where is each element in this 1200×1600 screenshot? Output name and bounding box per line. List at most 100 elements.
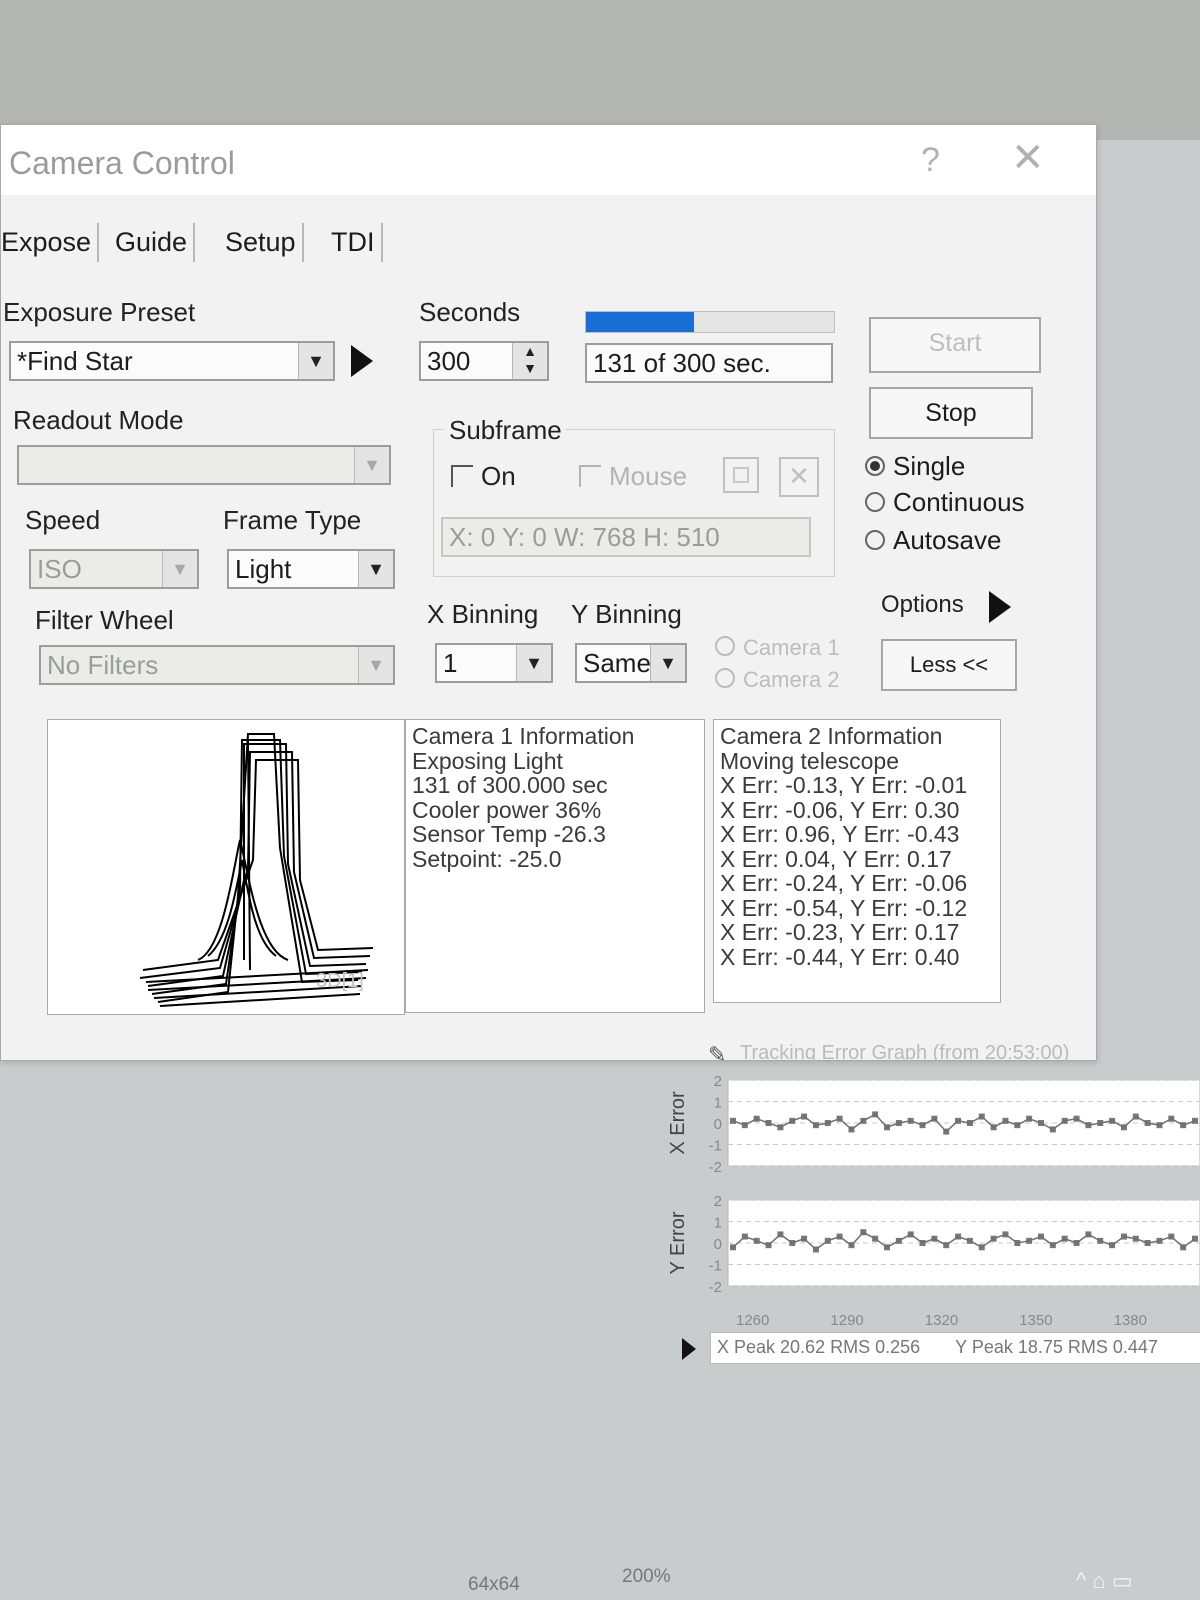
radio-autosave[interactable]: Autosave (865, 525, 1001, 556)
subframe-on-checkbox[interactable]: On (451, 461, 516, 492)
camera-1-info-line: Setpoint: -25.0 (412, 845, 562, 872)
y-tick-label: 2 (714, 1193, 722, 1210)
x-stats: X Peak 20.62 RMS 0.256 (717, 1337, 921, 1357)
y-stats: Y Peak 18.75 RMS 0.447 (955, 1337, 1158, 1357)
y-tick-label: 0 (714, 1236, 722, 1253)
subframe-mouse-checkbox[interactable]: Mouse (579, 461, 687, 492)
radio-icon (865, 492, 885, 512)
subframe-full-frame-icon[interactable]: ✕ (779, 457, 819, 497)
radio-icon (715, 636, 735, 656)
y-tick-label: -2 (709, 1159, 722, 1176)
tracking-error-graph: ✎ Tracking Error Graph (from 20:53:00) 2… (668, 1040, 1200, 1370)
window-title: Camera Control (9, 145, 235, 181)
title-bar: Camera Control ? ✕ (1, 125, 1096, 195)
subframe-coordinates: X: 0 Y: 0 W: 768 H: 510 (441, 517, 811, 557)
tab-setup[interactable]: Setup (219, 223, 304, 262)
camera-2-info-lines: Camera 2 Information Moving telescope X Er… (720, 724, 994, 969)
radio-icon (865, 456, 885, 476)
camera-2-info-line: X Err: -0.54, Y Err: -0.12 (720, 894, 968, 921)
x-binning-label: X Binning (427, 599, 539, 629)
graph-stats-bar: X Peak 20.62 RMS 0.256 Y Peak 18.75 RMS … (710, 1332, 1200, 1364)
speed-label: Speed (25, 505, 101, 535)
camera-1-info-line: Sensor Temp -26.3 (412, 821, 606, 847)
camera-2-info-line: X Err: -0.44, Y Err: 0.40 (720, 943, 960, 970)
tab-tdi[interactable]: TDI (325, 223, 383, 262)
tab-guide[interactable]: Guide (109, 223, 196, 262)
tab-expose[interactable]: Expose (0, 223, 100, 262)
progress-text-box: 131 of 300 sec. (585, 343, 833, 383)
frame-type-select[interactable]: Light ▼ (227, 549, 395, 589)
exposure-preset-value: *Find Star (17, 346, 133, 376)
seconds-input[interactable]: 300 ▲ ▼ (419, 341, 549, 381)
graph-expand-icon[interactable] (682, 1338, 696, 1360)
filter-wheel-value: No Filters (47, 650, 159, 680)
camera-1-info-line: Camera 1 Information (412, 723, 635, 749)
radio-single[interactable]: Single (865, 451, 965, 482)
y-tick-label: 1 (714, 1215, 722, 1232)
camera-2-information-panel: Camera 2 Information Moving telescope X Er… (713, 719, 1001, 1003)
frame-type-value: Light (235, 554, 292, 584)
exposure-preset-label: Exposure Preset (3, 297, 196, 327)
options-label[interactable]: Options (881, 591, 964, 619)
y-tick-label: -1 (709, 1138, 722, 1155)
exposure-progress-bar (585, 311, 835, 333)
radio-autosave-label: Autosave (893, 525, 1002, 555)
readout-mode-select[interactable]: ▼ (17, 445, 391, 485)
radio-camera-2-label: Camera 2 (743, 667, 840, 692)
camera-2-info-line: X Err: -0.24, Y Err: -0.06 (720, 870, 968, 896)
camera-1-information-panel: Camera 1 Information Exposing Light 131 of… (405, 719, 705, 1013)
x-binning-select[interactable]: 1 ▼ (435, 643, 553, 683)
play-arrow-icon[interactable] (351, 345, 373, 377)
y-tick-label: 0 (714, 1116, 722, 1133)
axis-label: X Error (668, 1091, 689, 1155)
help-button[interactable]: ? (921, 141, 940, 180)
x-tick-label: 1350 (1019, 1312, 1052, 1329)
exposure-preset-select[interactable]: *Find Star ▼ (9, 341, 335, 381)
less-button[interactable]: Less << (881, 639, 1017, 691)
y-tick-label: 2 (714, 1073, 722, 1090)
camera-1-info-lines: Camera 1 Information Exposing Light 131 of… (412, 724, 698, 871)
camera-2-info-line: X Err: -0.23, Y Err: 0.17 (720, 919, 960, 945)
radio-icon (865, 530, 885, 550)
radio-single-label: Single (893, 451, 966, 481)
tray-icons[interactable]: ^ ⌂ ▭ (1076, 1568, 1133, 1594)
speed-select[interactable]: ISO ▼ (29, 549, 199, 589)
radio-camera-1[interactable]: Camera 1 (715, 635, 840, 661)
camera-control-window: Camera Control ? ✕ Expose Guide Setup TD… (0, 124, 1097, 1061)
subframe-coords-text: X: 0 Y: 0 W: 768 H: 510 (449, 522, 720, 552)
options-arrow-icon[interactable] (989, 591, 1011, 623)
filter-wheel-select[interactable]: No Filters ▼ (39, 645, 395, 685)
y-binning-select[interactable]: Same ▼ (575, 643, 687, 683)
3d-view-label[interactable]: 3D[1] (316, 970, 364, 993)
camera-2-info-line: X Err: -0.13, Y Err: -0.01 (720, 772, 968, 798)
chevron-down-icon: ▼ (354, 447, 389, 483)
chevron-down-icon: ▼ (298, 343, 333, 379)
camera-1-info-line: 131 of 300.000 sec (412, 772, 608, 798)
spinner-icon[interactable]: ▲ ▼ (512, 343, 547, 379)
progress-text: 131 of 300 sec. (593, 348, 771, 378)
x-binning-value: 1 (443, 648, 458, 678)
subframe-grid-icon[interactable] (723, 457, 759, 493)
camera-1-info-line: Exposing Light (412, 747, 563, 774)
subframe-on-label: On (481, 461, 516, 491)
close-button[interactable]: ✕ (1011, 135, 1045, 181)
y-tick-label: 1 (714, 1095, 722, 1112)
radio-continuous[interactable]: Continuous (865, 487, 1025, 518)
image-size-label: 64x64 (468, 1574, 520, 1595)
seconds-label: Seconds (419, 297, 521, 327)
x-tick-label: 1290 (830, 1312, 863, 1329)
chevron-down-icon: ▼ (516, 645, 551, 681)
background-top (0, 0, 1200, 140)
start-button[interactable]: Start (869, 317, 1041, 373)
radio-icon (715, 668, 735, 688)
readout-mode-label: Readout Mode (13, 405, 184, 435)
x-tick-label: 1380 (1114, 1312, 1147, 1329)
radio-camera-2[interactable]: Camera 2 (715, 667, 840, 693)
camera-1-info-line: Cooler power 36% (412, 796, 602, 823)
x-tick-label: 1260 (736, 1312, 769, 1329)
stop-button[interactable]: Stop (869, 387, 1033, 439)
subframe-label: Subframe (445, 415, 566, 446)
y-binning-label: Y Binning (571, 599, 682, 629)
chevron-down-icon: ▼ (650, 645, 685, 681)
camera-2-info-line: X Err: 0.96, Y Err: -0.43 (720, 821, 960, 847)
